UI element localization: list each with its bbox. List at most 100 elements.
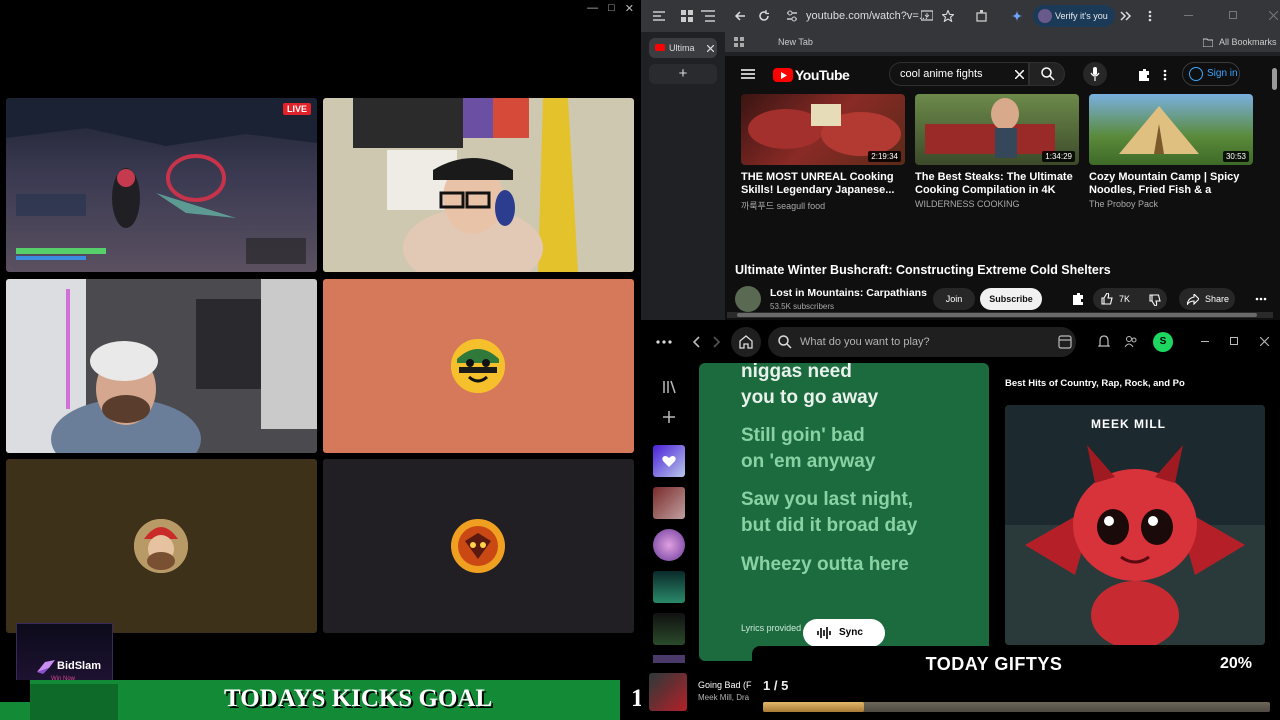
liked-songs-tile[interactable] <box>653 445 685 477</box>
extension-puzzle-icon[interactable] <box>1137 68 1151 82</box>
bookmark-star-icon[interactable] <box>942 10 954 22</box>
video-tile-avatar-3[interactable] <box>323 459 634 633</box>
lyric-line[interactable]: you to go away <box>741 385 878 411</box>
extension-puzzle-icon[interactable] <box>1071 292 1085 306</box>
minimize-button[interactable] <box>1184 15 1193 16</box>
video-thumbnail[interactable]: 1:34:29 <box>915 94 1079 165</box>
video-channel[interactable]: The Proboy Pack <box>1089 199 1253 209</box>
video-thumbnail[interactable]: 30:53 <box>1089 94 1253 165</box>
tab-groups-icon[interactable] <box>681 10 693 22</box>
gemini-sparkle-icon[interactable] <box>1011 10 1023 22</box>
chevron-double-right-icon[interactable] <box>1120 10 1132 22</box>
more-horiz-icon[interactable] <box>1255 297 1267 301</box>
video-channel[interactable]: 까룩푸드 seagull food <box>741 199 905 212</box>
verify-chip[interactable]: Verify it's you <box>1033 5 1115 27</box>
video-tile-game[interactable]: LIVE <box>6 98 317 272</box>
video-title[interactable]: Cozy Mountain Camp | Spicy Noodles, Frie… <box>1089 171 1253 197</box>
extensions-icon[interactable] <box>976 10 988 22</box>
close-icon[interactable] <box>1269 11 1278 20</box>
video-card[interactable]: 2:19:34 THE MOST UNREAL Cooking Skills! … <box>741 94 905 212</box>
lyric-line[interactable]: Wheezy outta here <box>741 552 909 578</box>
reload-icon[interactable] <box>758 10 770 22</box>
site-info-icon[interactable] <box>786 10 798 22</box>
video-title[interactable]: The Best Steaks: The Ultimate Cooking Co… <box>915 171 1079 197</box>
search-button[interactable] <box>1029 62 1065 86</box>
horizontal-scrollbar[interactable] <box>727 312 1273 318</box>
subscribe-button[interactable]: Subscribe <box>980 288 1042 310</box>
vertical-tabs-icon[interactable] <box>701 10 715 22</box>
more-horiz-icon[interactable] <box>656 340 672 344</box>
video-tile-avatar-1[interactable] <box>323 279 634 453</box>
new-tab-button[interactable]: + <box>649 64 717 84</box>
join-button[interactable]: Join <box>933 288 975 310</box>
forward-chevron-icon[interactable] <box>713 336 721 348</box>
sync-label: Sync <box>839 627 863 638</box>
maximize-button[interactable] <box>1229 11 1237 19</box>
menu-hamburger-icon[interactable] <box>741 69 755 79</box>
sign-in-button[interactable]: Sign in <box>1182 62 1240 86</box>
close-button[interactable]: ✕ <box>625 2 634 15</box>
minimize-button[interactable] <box>1201 341 1209 342</box>
like-button[interactable]: 7K <box>1093 288 1167 310</box>
address-bar[interactable]: youtube.com/watch?v=... <box>780 5 960 27</box>
lyric-line[interactable]: niggas need <box>741 363 852 385</box>
video-card[interactable]: 1:34:29 The Best Steaks: The Ultimate Co… <box>915 94 1079 209</box>
video-thumbnail[interactable]: 2:19:34 <box>741 94 905 165</box>
video-channel[interactable]: WILDERNESS COOKING <box>915 199 1079 209</box>
bookmark-new-tab[interactable]: New Tab <box>778 37 813 47</box>
back-arrow-icon[interactable] <box>734 10 746 22</box>
playlist-tile[interactable] <box>653 487 685 519</box>
create-plus-icon[interactable] <box>663 411 675 423</box>
page-scrollbar-thumb[interactable] <box>1272 68 1277 90</box>
browse-icon[interactable] <box>1058 335 1072 349</box>
bookmarks-bar: New Tab All Bookmarks <box>725 32 1280 52</box>
all-bookmarks-link[interactable]: All Bookmarks <box>1219 37 1277 47</box>
thumbs-down-icon[interactable] <box>1149 294 1161 306</box>
playlist-tile[interactable] <box>653 613 685 645</box>
lyric-line[interactable]: Still goin' bad <box>741 423 865 449</box>
youtube-search-input[interactable]: cool anime fights <box>889 62 1029 86</box>
tab-search-icon[interactable] <box>653 11 665 21</box>
more-vert-icon[interactable] <box>1163 69 1167 81</box>
profile-button[interactable]: S <box>1153 332 1173 352</box>
horizontal-scrollbar-thumb[interactable] <box>737 313 1257 317</box>
video-title[interactable]: THE MOST UNREAL Cooking Skills! Legendar… <box>741 171 905 197</box>
more-vert-icon[interactable] <box>1148 10 1152 22</box>
video-tile-camera-2[interactable] <box>6 279 317 453</box>
playlist-tile[interactable] <box>653 571 685 603</box>
album-cover[interactable]: MEEK MILL <box>1005 405 1265 645</box>
video-tile-camera-1[interactable] <box>323 98 634 272</box>
channel-avatar[interactable] <box>735 286 761 312</box>
lyric-line[interactable]: but did it broad day <box>741 513 917 539</box>
friend-activity-icon[interactable] <box>1124 335 1138 349</box>
search-value: cool anime fights <box>900 68 983 80</box>
tab-youtube[interactable]: Ultima <box>649 38 717 58</box>
library-icon[interactable] <box>662 380 676 394</box>
now-playing-playlist-title[interactable]: Best Hits of Country, Rap, Rock, and Po <box>1005 378 1207 389</box>
back-chevron-icon[interactable] <box>692 336 700 348</box>
now-playing-artist[interactable]: Meek Mill, Dra <box>698 693 754 702</box>
video-tile-avatar-2[interactable] <box>6 459 317 633</box>
now-playing-title[interactable]: Going Bad (F <box>698 680 754 690</box>
video-card[interactable]: 30:53 Cozy Mountain Camp | Spicy Noodles… <box>1089 94 1253 209</box>
now-playing-art[interactable] <box>649 673 687 711</box>
install-app-icon[interactable] <box>921 10 933 22</box>
maximize-button[interactable]: □ <box>608 2 615 15</box>
tab-close-icon[interactable] <box>707 45 714 52</box>
channel-name[interactable]: Lost in Mountains: Carpathians <box>770 287 927 299</box>
voice-search-button[interactable] <box>1083 62 1107 86</box>
share-button[interactable]: Share <box>1179 288 1235 310</box>
maximize-button[interactable] <box>1230 337 1238 345</box>
clear-search-icon[interactable] <box>1015 70 1024 79</box>
playlist-tile[interactable] <box>653 655 685 663</box>
apps-grid-icon[interactable] <box>734 37 744 47</box>
close-icon[interactable] <box>1260 337 1269 346</box>
playlist-tile[interactable] <box>653 529 685 561</box>
spotify-search-input[interactable]: What do you want to play? <box>768 327 1076 357</box>
minimize-button[interactable]: — <box>587 2 598 15</box>
sync-button[interactable]: Sync <box>803 619 885 647</box>
bell-icon[interactable] <box>1098 335 1110 349</box>
lyric-line[interactable]: on 'em anyway <box>741 449 875 475</box>
lyric-line[interactable]: Saw you last night, <box>741 487 913 513</box>
home-button[interactable] <box>731 327 761 357</box>
